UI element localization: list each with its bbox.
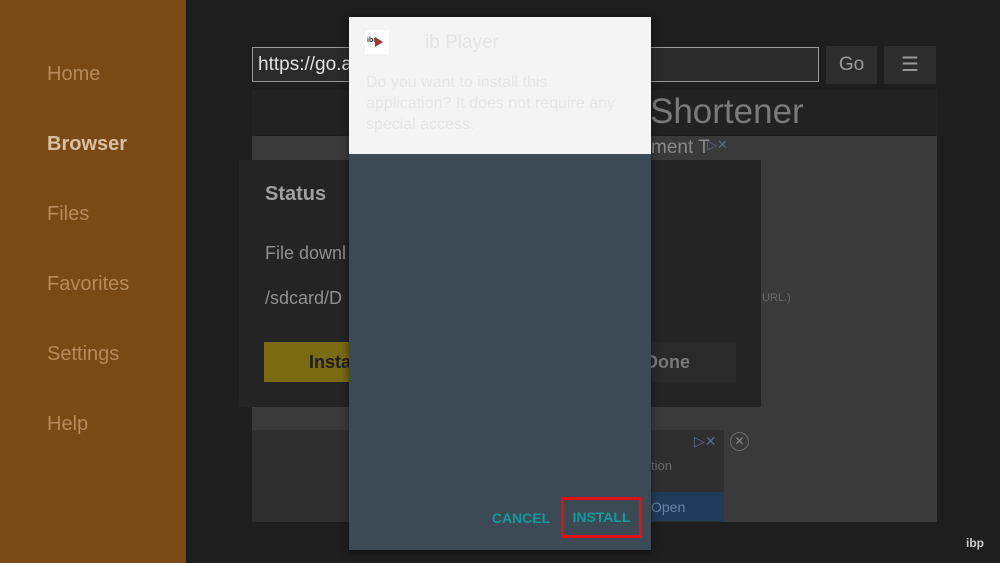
close-icon[interactable]: ✕: [730, 432, 749, 451]
app-name: ib Player: [425, 32, 499, 53]
sidebar-item-favorites[interactable]: Favorites: [47, 273, 129, 296]
cancel-button[interactable]: CANCEL: [482, 502, 560, 534]
ad-option-text: tion: [651, 458, 672, 473]
status-file-text: File downl: [265, 243, 347, 263]
play-icon: [375, 37, 383, 47]
sidebar-item-help[interactable]: Help: [47, 413, 88, 436]
menu-icon[interactable]: ☰: [884, 46, 936, 84]
status-install-button[interactable]: Insta: [264, 342, 354, 382]
status-path-text: /sdcard/D: [265, 288, 343, 308]
ad-choices-icon[interactable]: ▷✕: [694, 433, 717, 450]
watermark-logo: ibp: [966, 536, 984, 550]
go-button[interactable]: Go: [826, 46, 877, 84]
install-button[interactable]: INSTALL: [561, 497, 642, 538]
ad-open-button[interactable]: Open: [651, 492, 724, 521]
sidebar-item-home[interactable]: Home: [47, 63, 100, 86]
sidebar-item-settings[interactable]: Settings: [47, 343, 119, 366]
ad-choices-icon[interactable]: ▷✕: [707, 137, 728, 153]
sidebar: Home Browser Files Favorites Settings He…: [0, 0, 186, 563]
status-done-button[interactable]: Done: [640, 342, 736, 382]
install-prompt: Do you want to install this application?…: [366, 74, 616, 133]
ad-text: ment T: [651, 137, 710, 158]
sidebar-item-files[interactable]: Files: [47, 203, 89, 226]
app-icon: ibo: [365, 30, 389, 54]
status-dialog-title: Status: [265, 183, 327, 205]
sidebar-item-browser[interactable]: Browser: [47, 133, 127, 156]
url-note: URL.): [762, 292, 791, 304]
site-title: Shortener: [650, 92, 804, 131]
